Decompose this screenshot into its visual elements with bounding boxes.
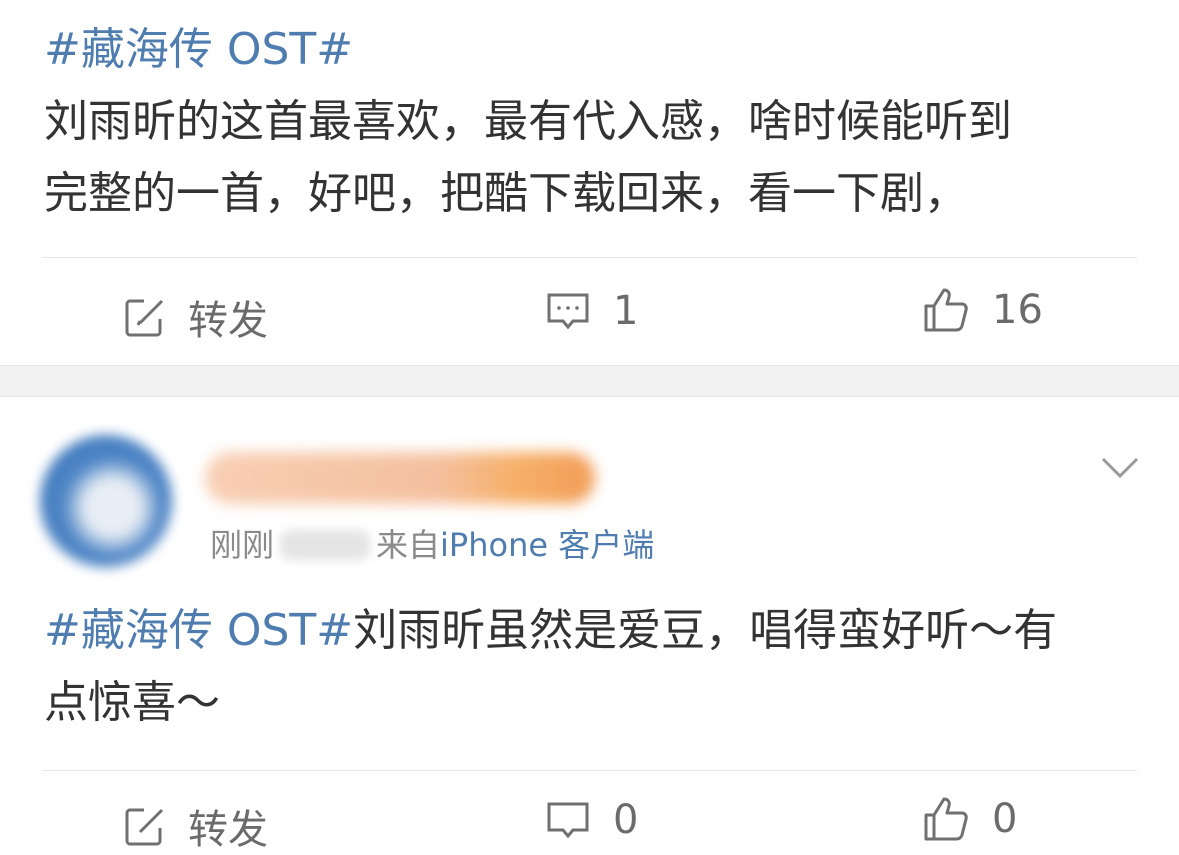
topic-link[interactable]: #藏海传 OST#	[44, 24, 353, 75]
comment-icon	[545, 798, 591, 842]
post-time: 刚刚	[210, 526, 275, 564]
post-meta: 刚刚 来自 iPhone 客户端	[210, 523, 654, 567]
like-button[interactable]: 16	[922, 286, 1043, 334]
topic-link[interactable]: #藏海传 OST#	[44, 605, 353, 656]
comment-count: 1	[613, 288, 639, 334]
post-body: #藏海传 OST#刘雨昕虽然是爱豆，唱得蛮好听～有 点惊喜～	[44, 595, 1144, 739]
post-text-line: 刘雨昕虽然是爱豆，唱得蛮好听～有	[353, 605, 1058, 656]
like-icon	[922, 286, 970, 334]
post-text-line: 点惊喜～	[44, 677, 220, 728]
comment-button[interactable]: 0	[545, 797, 638, 843]
divider	[42, 770, 1137, 771]
post-body: #藏海传 OST# 刘雨昕的这首最喜欢，最有代入感，啥时候能听到 完整的一首，好…	[44, 14, 1144, 230]
post-card: 刚刚 来自 iPhone 客户端 #藏海传 OST#刘雨昕虽然是爱豆，唱得蛮好听…	[0, 397, 1179, 853]
repost-button[interactable]: 转发	[122, 288, 268, 346]
post-text-line: 完整的一首，好吧，把酷下载回来，看一下剧，	[44, 168, 968, 219]
like-count: 0	[992, 796, 1018, 842]
avatar[interactable]	[40, 435, 172, 567]
repost-label: 转发	[188, 298, 268, 344]
chevron-down-icon	[1100, 457, 1140, 485]
repost-icon	[122, 804, 166, 848]
more-options-button[interactable]	[1100, 455, 1140, 485]
post-text-line: 刘雨昕的这首最喜欢，最有代入感，啥时候能听到	[44, 96, 1012, 147]
comment-count: 0	[613, 797, 639, 843]
blurred-region	[280, 530, 371, 560]
like-button[interactable]: 0	[922, 795, 1017, 843]
repost-label: 转发	[188, 807, 268, 853]
feed-separator	[0, 365, 1179, 397]
like-count: 16	[992, 287, 1043, 333]
comment-button[interactable]: 1	[545, 288, 638, 334]
source-prefix: 来自	[376, 526, 441, 564]
divider	[42, 257, 1137, 258]
post-card: #藏海传 OST# 刘雨昕的这首最喜欢，最有代入感，啥时候能听到 完整的一首，好…	[0, 0, 1179, 365]
comment-icon	[545, 289, 591, 333]
repost-icon	[122, 295, 166, 339]
repost-button[interactable]: 转发	[122, 797, 268, 855]
like-icon	[922, 795, 970, 843]
post-source[interactable]: iPhone 客户端	[440, 523, 654, 567]
username-blurred[interactable]	[205, 452, 595, 504]
